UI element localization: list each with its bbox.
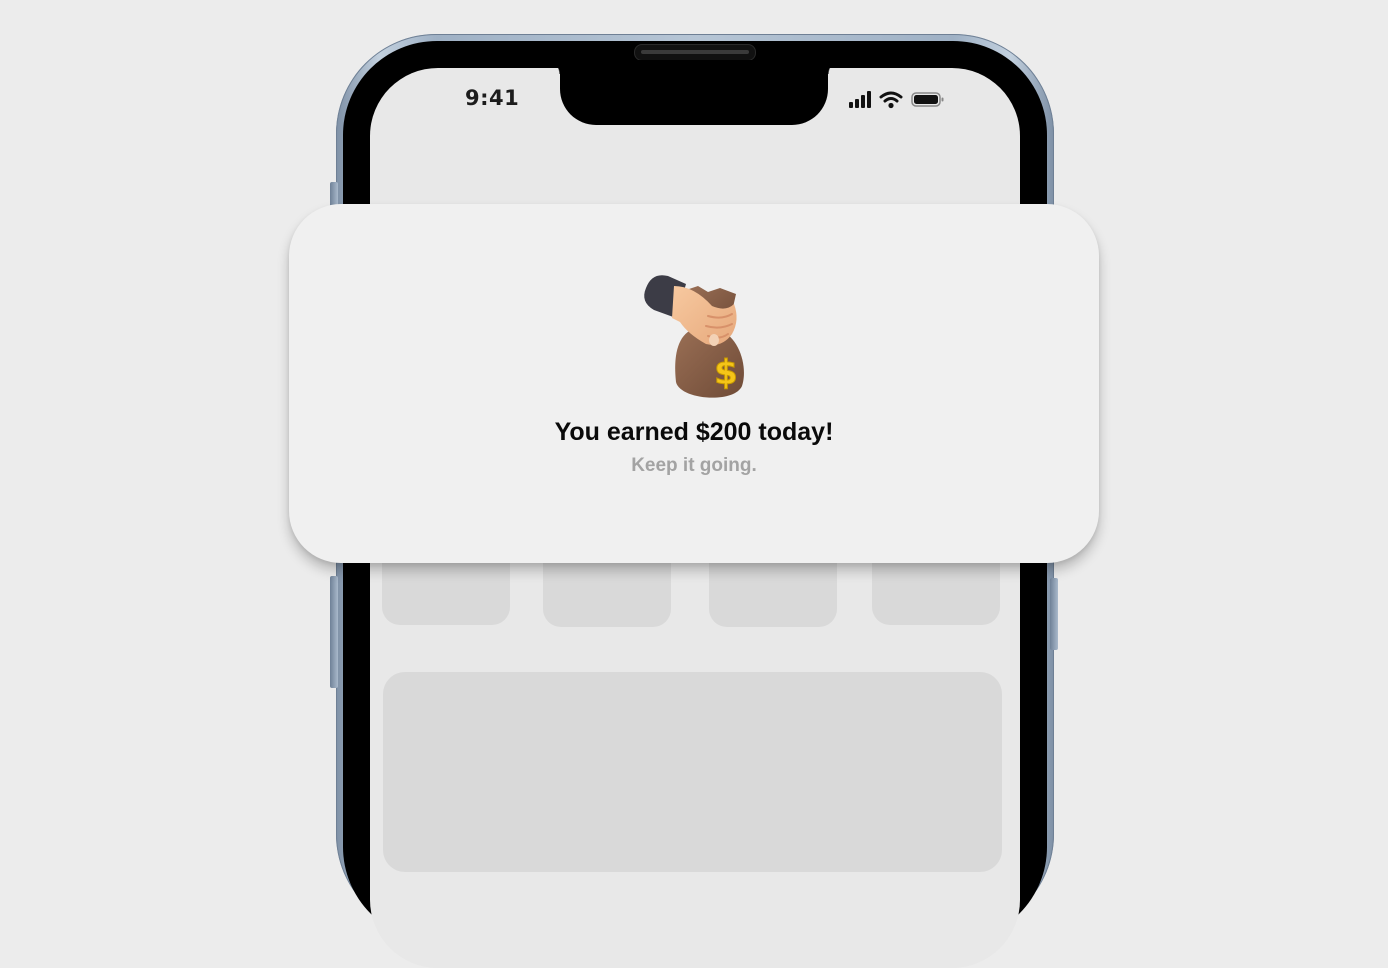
battery-icon [911, 92, 944, 107]
money-bag-icon: $ [644, 275, 744, 398]
notch [546, 60, 842, 125]
notification-title: You earned $200 today! [554, 418, 834, 446]
speaker-grille [634, 44, 756, 61]
notification-subtitle: Keep it going. [631, 455, 757, 476]
placeholder-panel [383, 672, 1002, 872]
volume-button [330, 576, 338, 688]
wifi-icon [879, 91, 903, 109]
power-button [1050, 578, 1058, 650]
status-time: 9:41 [465, 86, 520, 110]
svg-text:$: $ [714, 353, 738, 393]
cellular-signal-icon [849, 91, 871, 108]
